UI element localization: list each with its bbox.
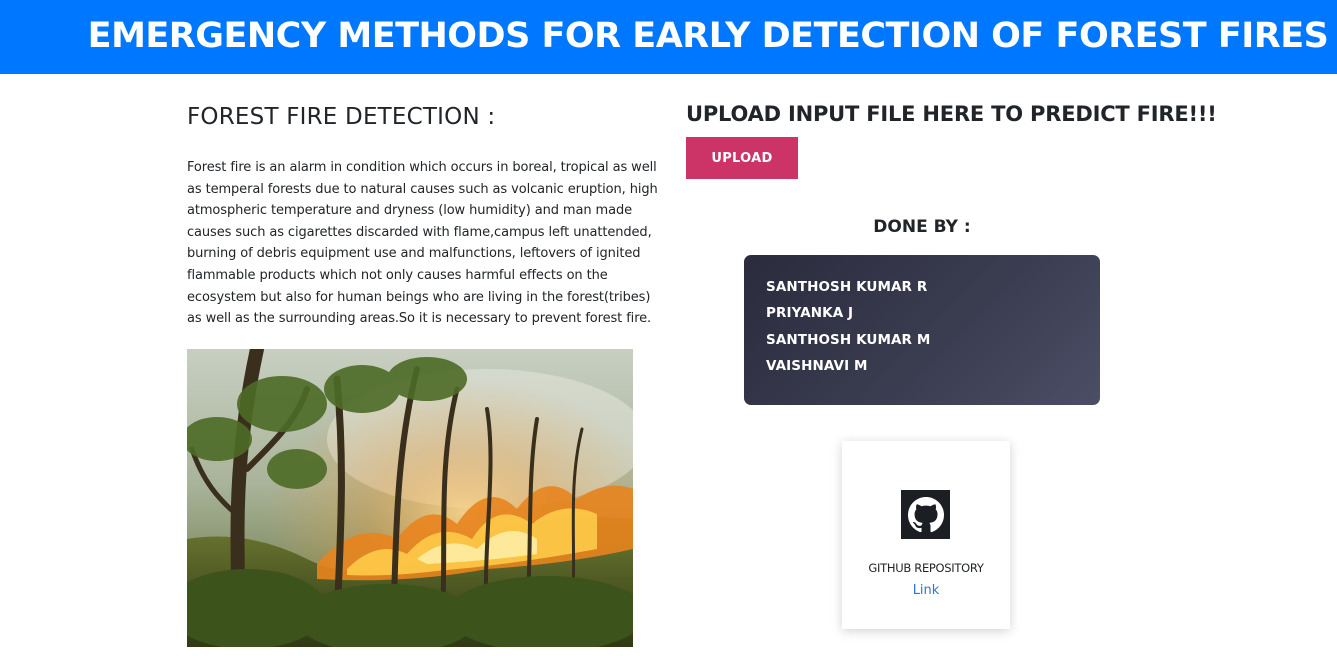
about-heading: FOREST FIRE DETECTION :: [187, 104, 496, 130]
github-logo-svg: [907, 496, 944, 532]
github-repo-link[interactable]: Link: [842, 583, 1010, 598]
github-icon: [901, 490, 950, 539]
page-header: EMERGENCY METHODS FOR EARLY DETECTION OF…: [0, 0, 1337, 74]
about-description: Forest fire is an alarm in condition whi…: [187, 160, 658, 327]
github-repo-card: GITHUB REPOSITORY Link: [842, 441, 1010, 629]
github-repo-label: GITHUB REPOSITORY: [868, 561, 984, 575]
team-member: PRIYANKA J: [766, 305, 854, 322]
upload-heading: UPLOAD INPUT FILE HERE TO PREDICT FIRE!!…: [686, 102, 1217, 126]
forest-fire-image: [187, 349, 633, 647]
team-card: SANTHOSH KUMAR R PRIYANKA J SANTHOSH KUM…: [744, 255, 1100, 405]
about-section: FOREST FIRE DETECTION : Forest fire is a…: [187, 100, 663, 330]
forest-fire-illustration: [187, 349, 633, 647]
upload-button[interactable]: UPLOAD: [686, 137, 798, 179]
team-member: SANTHOSH KUMAR M: [766, 331, 931, 348]
team-member: VAISHNAVI M: [766, 357, 868, 374]
page-title: EMERGENCY METHODS FOR EARLY DETECTION OF…: [87, 16, 1329, 56]
team-heading: DONE BY :: [873, 217, 971, 237]
team-member: SANTHOSH KUMAR R: [766, 279, 928, 295]
